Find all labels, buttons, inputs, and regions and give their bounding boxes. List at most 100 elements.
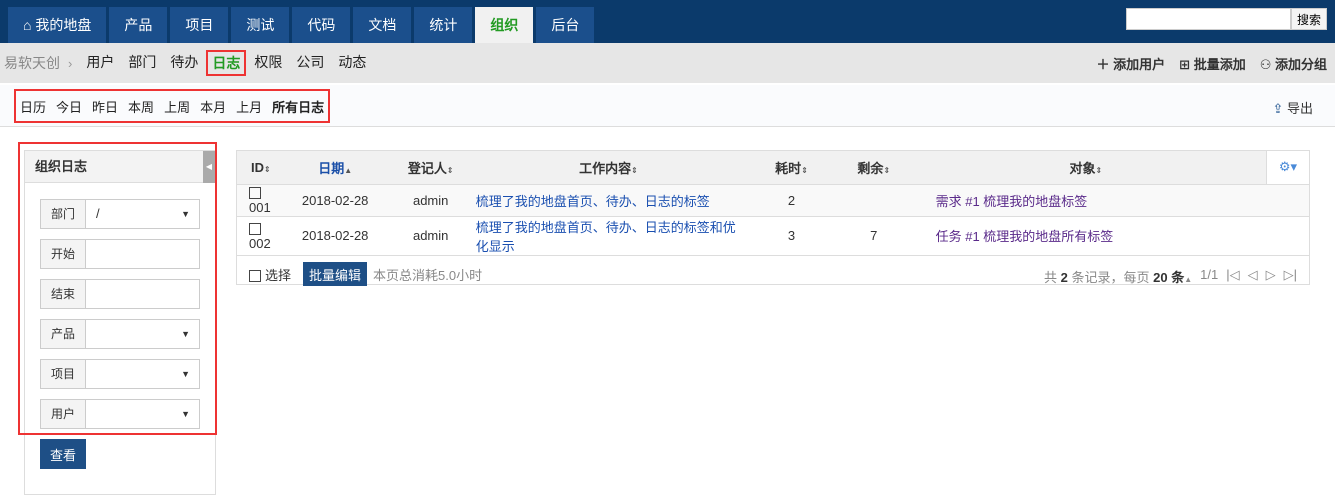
label: 剩余: [857, 160, 884, 176]
sort-icon: ⇕: [1095, 165, 1103, 175]
period-2[interactable]: 昨日: [92, 97, 118, 116]
subnav-item-3[interactable]: 日志: [206, 50, 247, 76]
period-1[interactable]: 今日: [56, 97, 82, 116]
col-header-4[interactable]: 耗时⇕: [741, 151, 842, 185]
filter-select[interactable]: ▼: [86, 400, 199, 428]
object-link[interactable]: 需求 #1 梳理我的地盘标签: [936, 194, 1088, 209]
work-cell: 梳理了我的地盘首页、待办、日志的标签和优化显示: [475, 216, 742, 256]
nav-tab-8[interactable]: 后台: [536, 7, 595, 43]
col-header-2[interactable]: 登记人⇕: [385, 151, 476, 185]
date-cell: 2018-02-28: [284, 216, 386, 256]
search-input[interactable]: [1125, 8, 1291, 30]
filter-0: 部门 / ▼: [40, 199, 200, 229]
consumed-cell: 3: [741, 216, 842, 256]
nav-tab-5[interactable]: 文档: [353, 7, 412, 43]
first-page-icon[interactable]: |◁: [1226, 267, 1239, 286]
period-7[interactable]: 所有日志: [272, 97, 324, 116]
export-icon: ⇪: [1272, 101, 1284, 116]
batch-add-button[interactable]: ⊞ 批量添加: [1179, 54, 1246, 73]
tab-label: 统计: [429, 17, 458, 33]
filter-select[interactable]: / ▼: [86, 200, 199, 228]
period-toolbar: 日历 今日 昨日 本周 上周 本月 上月 所有日志 ⇪ 导出: [0, 85, 1335, 127]
view-button[interactable]: 查看: [40, 439, 86, 469]
nav-tab-4[interactable]: 代码: [292, 7, 351, 43]
search-button[interactable]: 搜索: [1290, 8, 1327, 30]
batch-edit-button[interactable]: 批量编辑: [303, 262, 368, 286]
sort-icon: ⇕: [446, 165, 454, 175]
t: 共: [1044, 269, 1058, 285]
nav-tab-7[interactable]: 组织: [475, 7, 534, 43]
row-checkbox[interactable]: [249, 187, 261, 199]
label: 选择: [265, 267, 292, 283]
object-link[interactable]: 任务 #1 梳理我的地盘所有标签: [936, 229, 1114, 244]
period-0[interactable]: 日历: [20, 97, 46, 116]
subnav-item-1[interactable]: 部门: [128, 52, 156, 74]
filter-select[interactable]: ▼: [86, 360, 199, 388]
id-cell[interactable]: 002: [237, 216, 285, 256]
table-row: 002 2018-02-28 admin 梳理了我的地盘首页、待办、日志的标签和优化显…: [237, 216, 1309, 256]
per-page-select[interactable]: 20: [1153, 270, 1167, 285]
collapse-icon[interactable]: ◀: [203, 151, 215, 183]
work-link[interactable]: 梳理了我的地盘首页、待办、日志的标签: [476, 194, 710, 209]
nav-tab-2[interactable]: 项目: [170, 7, 229, 43]
tab-label: 我的地盘: [35, 17, 92, 33]
period-4[interactable]: 上周: [164, 97, 190, 116]
tab-label: 产品: [124, 17, 153, 33]
object-cell: 需求 #1 梳理我的地盘标签: [905, 184, 1309, 217]
filter-3: 产品 ▼: [40, 319, 200, 349]
col-header-3[interactable]: 工作内容⇕: [475, 151, 742, 185]
filter-label: 部门: [41, 200, 86, 228]
add-group-button[interactable]: ⚇ 添加分组: [1260, 54, 1327, 73]
col-header-1[interactable]: 日期▲: [284, 151, 386, 185]
subnav-item-2[interactable]: 待办: [170, 52, 198, 74]
period-3[interactable]: 本周: [128, 97, 154, 116]
sidebar-title: 组织日志: [35, 159, 88, 174]
nav-tab-1[interactable]: 产品: [109, 7, 168, 43]
work-link[interactable]: 梳理了我的地盘首页、待办、日志的标签和优化显示: [476, 220, 736, 254]
label: 登记人: [407, 160, 447, 176]
add-user-button[interactable]: ＋ 添加用户: [1097, 54, 1166, 73]
table-row: 001 2018-02-28 admin 梳理了我的地盘首页、待办、日志的标签 2 需求 …: [237, 184, 1309, 217]
subnav-item-4[interactable]: 权限: [254, 52, 282, 74]
log-table: ID⇕ 日期▲ 登记人⇕ 工作内容⇕ 耗时⇕ 剩余⇕ 对象⇕ ⚙▾ 001 2018-02-28…: [236, 150, 1310, 286]
label: 添加分组: [1274, 57, 1327, 72]
subnav-item-5[interactable]: 公司: [296, 52, 324, 74]
filter-input[interactable]: [86, 240, 199, 268]
id-cell[interactable]: 001: [237, 184, 285, 217]
sub-nav: 易软天创 › 用户 部门 待办 日志 权限 公司 动态 ＋ 添加用户 ⊞ 批量添加 ⚇ 添加…: [0, 43, 1335, 83]
company-breadcrumb[interactable]: 易软天创: [4, 53, 60, 73]
last-page-icon[interactable]: ▷|: [1284, 267, 1297, 286]
caret-down-icon: ▼: [181, 329, 190, 339]
sort-icon: ⇕: [801, 165, 808, 175]
user-cell: admin: [385, 184, 476, 217]
nav-tab-3[interactable]: 测试: [231, 7, 290, 43]
prev-page-icon[interactable]: ◁: [1248, 267, 1258, 286]
tab-label: 项目: [185, 17, 214, 33]
subnav-item-6[interactable]: 动态: [338, 52, 366, 74]
export-button[interactable]: ⇪ 导出: [1272, 98, 1313, 117]
column-settings-icon[interactable]: ⚙▾: [1265, 151, 1309, 185]
nav-tab-6[interactable]: 统计: [414, 7, 473, 43]
filter-select[interactable]: ▼: [86, 320, 199, 348]
row-checkbox[interactable]: [249, 222, 261, 235]
period-6[interactable]: 上月: [236, 97, 262, 116]
col-header-0[interactable]: ID⇕: [237, 151, 285, 185]
label: 日期: [318, 160, 345, 176]
filter-label: 开始: [41, 240, 86, 268]
col-header-5[interactable]: 剩余⇕: [841, 151, 906, 185]
col-header-6[interactable]: 对象⇕: [905, 151, 1267, 185]
next-page-icon[interactable]: ▷: [1266, 267, 1276, 286]
left-cell: 7: [841, 216, 906, 256]
page-indicator: 1/1: [1200, 266, 1219, 282]
home-icon: ⌂: [23, 17, 36, 33]
subnav-item-0[interactable]: 用户: [86, 52, 114, 74]
period-5[interactable]: 本月: [200, 97, 226, 116]
filter-1: 开始: [40, 239, 200, 269]
nav-tab-0[interactable]: ⌂ 我的地盘: [8, 7, 107, 43]
select-all-checkbox[interactable]: 选择: [249, 265, 291, 284]
id: 001: [249, 200, 271, 215]
sort-icon: ⇕: [631, 165, 638, 175]
work-cell: 梳理了我的地盘首页、待办、日志的标签: [475, 184, 742, 217]
filter-input[interactable]: [86, 280, 199, 308]
label: ID: [251, 159, 265, 175]
